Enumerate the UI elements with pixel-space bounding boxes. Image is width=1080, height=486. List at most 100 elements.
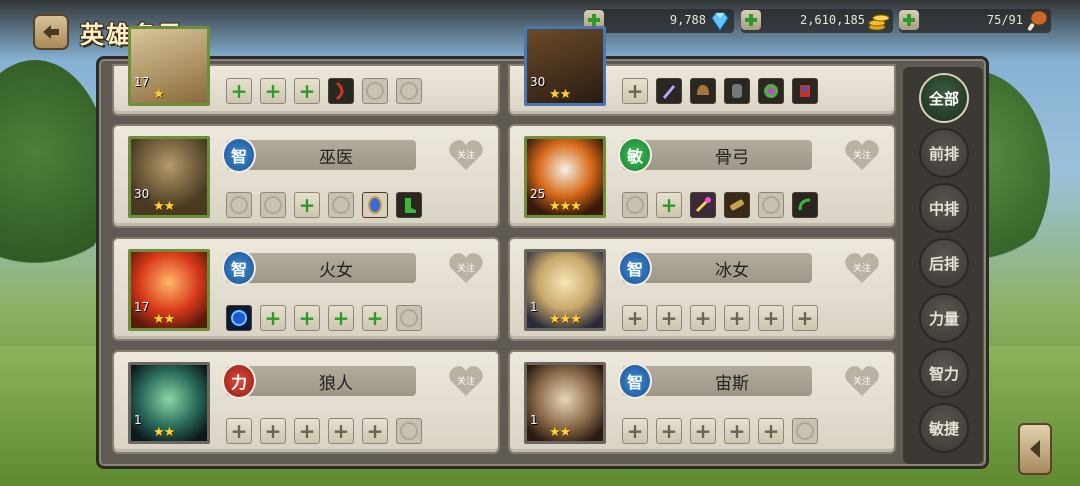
equip-slot-add[interactable]: + xyxy=(226,418,252,444)
equip-slot-add[interactable]: + xyxy=(656,192,682,218)
orb-icon xyxy=(231,310,247,326)
favorite-button[interactable]: 关注 xyxy=(844,364,880,398)
equip-slot-empty[interactable] xyxy=(758,192,784,218)
hero-name: 巫医 xyxy=(319,148,353,168)
equip-slot-add[interactable]: + xyxy=(328,418,354,444)
equip-slot-add[interactable]: + xyxy=(656,418,682,444)
intelligence-badge: 智 xyxy=(618,363,652,399)
tab-front-row[interactable]: 前排 xyxy=(919,128,969,178)
hero-portrait[interactable]: 1 ★★★ xyxy=(524,249,606,331)
favorite-button[interactable]: 关注 xyxy=(448,251,484,285)
equip-slot-add[interactable]: + xyxy=(758,418,784,444)
back-button[interactable] xyxy=(33,14,69,50)
equip-slot-item[interactable] xyxy=(396,192,422,218)
gauntlet-icon xyxy=(800,85,810,97)
equip-slot-add[interactable]: + xyxy=(622,418,648,444)
favorite-button[interactable]: 关注 xyxy=(844,138,880,172)
hero-card[interactable]: 1 ★★★ 智 冰女 关注 + + + + + + xyxy=(508,237,896,341)
hero-portrait[interactable]: 1 ★★ xyxy=(128,362,210,444)
hero-card[interactable]: 1 ★★ 力 狼人 关注 + + + + + xyxy=(112,350,500,454)
equip-slot-item[interactable] xyxy=(792,78,818,104)
equip-slot-item[interactable] xyxy=(328,78,354,104)
hero-name: 骨弓 xyxy=(715,148,749,168)
hero-stars: ★ xyxy=(153,87,165,102)
equip-slot-empty[interactable] xyxy=(362,78,388,104)
hero-portrait[interactable]: 30 ★★ xyxy=(524,26,606,106)
favorite-button[interactable]: 关注 xyxy=(448,364,484,398)
tab-all[interactable]: 全部 xyxy=(919,73,969,123)
equip-slot-item[interactable] xyxy=(724,78,750,104)
tab-strength[interactable]: 力量 xyxy=(919,293,969,343)
hero-portrait[interactable]: 25 ★★★ xyxy=(524,136,606,218)
equip-slot-item[interactable] xyxy=(690,192,716,218)
hero-card[interactable]: 17 ★ + + + xyxy=(112,26,500,116)
tab-agility[interactable]: 敏捷 xyxy=(919,403,969,453)
equip-slot-item[interactable] xyxy=(656,78,682,104)
equip-slot-add[interactable]: + xyxy=(758,305,784,331)
tab-intelligence[interactable]: 智力 xyxy=(919,348,969,398)
equip-slot-item[interactable] xyxy=(792,192,818,218)
equip-slot-add[interactable]: + xyxy=(792,305,818,331)
equipment-slots: + + + + xyxy=(226,305,422,331)
equip-slot-add[interactable]: + xyxy=(362,305,388,331)
equip-slot-empty[interactable] xyxy=(396,78,422,104)
equip-slot-add[interactable]: + xyxy=(328,305,354,331)
background-tree xyxy=(0,60,110,290)
equip-slot-add[interactable]: + xyxy=(724,305,750,331)
equip-slot-add[interactable]: + xyxy=(294,78,320,104)
hero-name-bar: 力 狼人 xyxy=(222,363,416,399)
tab-middle-row[interactable]: 中排 xyxy=(919,183,969,233)
hero-portrait[interactable]: 30 ★★ xyxy=(128,136,210,218)
equip-slot-add[interactable]: + xyxy=(294,418,320,444)
equip-slot-item[interactable] xyxy=(362,192,388,218)
equip-slot-add[interactable]: + xyxy=(260,78,286,104)
equip-slot-item[interactable] xyxy=(690,78,716,104)
equip-slot-add[interactable]: + xyxy=(294,192,320,218)
collapse-sidebar-button[interactable] xyxy=(1018,423,1052,475)
hero-portrait[interactable]: 1 ★★ xyxy=(524,362,606,444)
hero-card[interactable]: 1 ★★ 智 宙斯 关注 + + + + + xyxy=(508,350,896,454)
wand-icon xyxy=(695,197,711,213)
equip-slot-add[interactable]: + xyxy=(690,418,716,444)
equip-slot-empty[interactable] xyxy=(792,418,818,444)
equip-slot-add[interactable]: + xyxy=(724,418,750,444)
equip-slot-item[interactable] xyxy=(226,305,252,331)
equip-slot-empty[interactable] xyxy=(396,418,422,444)
hero-portrait[interactable]: 17 ★★ xyxy=(128,249,210,331)
hero-card[interactable]: 30 ★★ 智 巫医 关注 + xyxy=(112,124,500,228)
equip-slot-add[interactable]: + xyxy=(622,78,648,104)
equip-slot-add[interactable]: + xyxy=(622,305,648,331)
hero-level: 17 xyxy=(134,300,150,314)
equip-slot-add[interactable]: + xyxy=(362,418,388,444)
tab-back-row[interactable]: 后排 xyxy=(919,238,969,288)
hero-card[interactable]: 17 ★★ 智 火女 关注 + + + + xyxy=(112,237,500,341)
add-gold-button[interactable] xyxy=(741,10,761,30)
favorite-label: 关注 xyxy=(456,151,475,161)
hero-name: 火女 xyxy=(319,261,353,281)
equip-slot-empty[interactable] xyxy=(396,305,422,331)
hero-card[interactable]: 25 ★★★ 敏 骨弓 关注 + xyxy=(508,124,896,228)
equip-slot-empty[interactable] xyxy=(328,192,354,218)
equip-slot-add[interactable]: + xyxy=(260,305,286,331)
equip-slot-add[interactable]: + xyxy=(690,305,716,331)
favorite-button[interactable]: 关注 xyxy=(844,251,880,285)
equip-slot-empty[interactable] xyxy=(226,192,252,218)
favorite-label: 关注 xyxy=(852,151,871,161)
hero-portrait[interactable]: 17 ★ xyxy=(128,26,210,106)
equip-slot-empty[interactable] xyxy=(260,192,286,218)
add-stamina-button[interactable] xyxy=(899,10,919,30)
equip-slot-item[interactable] xyxy=(724,192,750,218)
equip-slot-add[interactable]: + xyxy=(226,78,252,104)
mask-icon xyxy=(764,84,778,98)
hero-card[interactable]: 30 ★★ + xyxy=(508,26,896,116)
favorite-label: 关注 xyxy=(852,377,871,387)
equip-slot-item[interactable] xyxy=(758,78,784,104)
equip-slot-add[interactable]: + xyxy=(294,305,320,331)
equip-slot-add[interactable]: + xyxy=(260,418,286,444)
hero-stars: ★★ xyxy=(153,199,175,214)
equip-slot-add[interactable]: + xyxy=(656,305,682,331)
favorite-button[interactable]: 关注 xyxy=(448,138,484,172)
amulet-icon xyxy=(368,196,382,214)
equip-slot-empty[interactable] xyxy=(622,192,648,218)
equipment-slots: + + + + + + xyxy=(622,305,818,331)
